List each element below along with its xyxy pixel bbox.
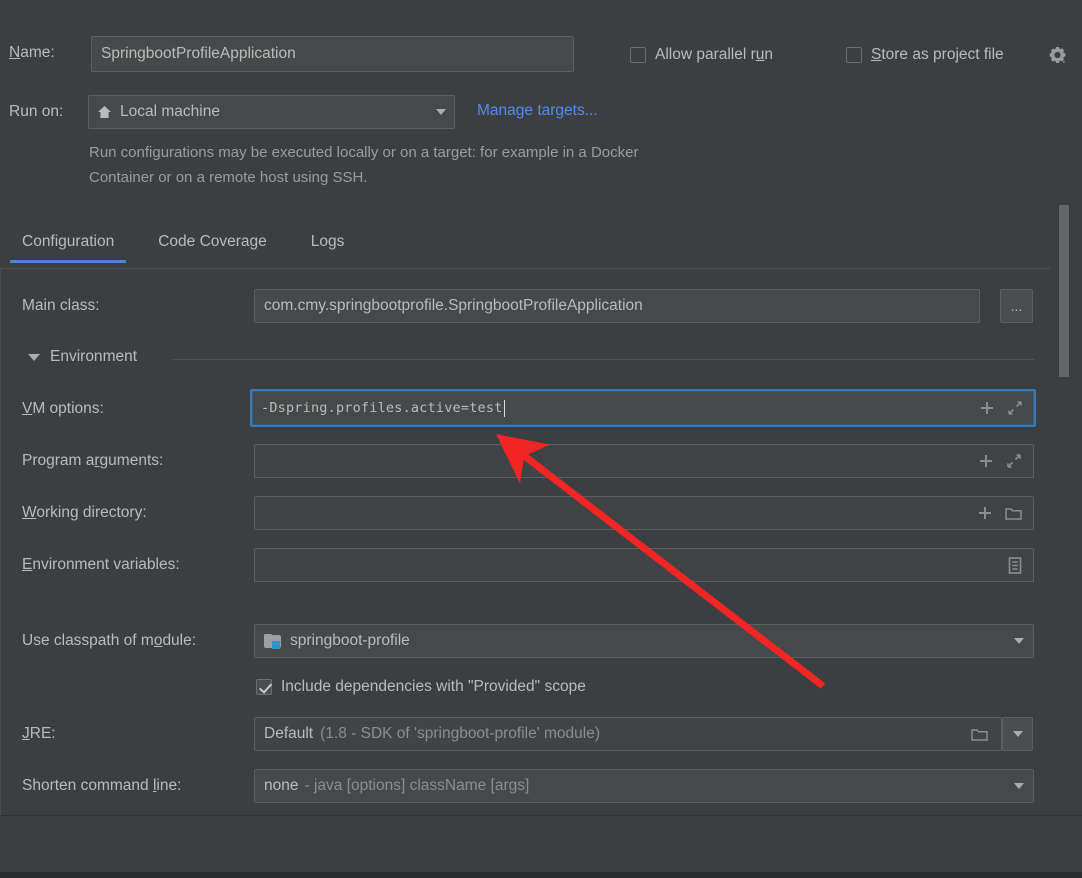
jre-dropdown-button[interactable] — [1002, 717, 1033, 751]
allow-parallel-run-label: Allow parallel run — [655, 46, 774, 63]
tab-configuration[interactable]: Configuration — [0, 228, 136, 263]
vm-options-input[interactable]: -Dspring.profiles.active=test — [250, 389, 1036, 427]
shorten-command-line-label: Shorten command line: — [22, 777, 182, 794]
shorten-command-line-dropdown[interactable]: none - java [options] className [args] — [254, 769, 1034, 803]
jre-label: JRE: — [22, 725, 56, 742]
checkbox-box — [256, 679, 272, 695]
window-bottom-edge — [0, 872, 1082, 878]
folder-icon[interactable] — [1005, 506, 1022, 521]
module-dropdown[interactable]: springboot-profile — [254, 624, 1034, 658]
name-input-value: SpringbootProfileApplication — [101, 45, 296, 62]
configuration-form: Main class: com.cmy.springbootprofile.Sp… — [0, 269, 1050, 815]
environment-section-header[interactable]: Environment — [28, 348, 137, 366]
program-arguments-input[interactable] — [254, 444, 1034, 478]
program-arguments-label: Program arguments: — [22, 452, 164, 469]
shorten-command-line-value: none — [264, 777, 299, 794]
module-folder-icon — [264, 634, 281, 649]
chevron-down-icon — [1014, 783, 1024, 789]
expand-icon[interactable] — [1006, 453, 1022, 469]
run-on-value: Local machine — [120, 103, 220, 120]
main-class-label: Main class: — [22, 297, 100, 314]
chevron-down-icon — [1014, 638, 1024, 644]
environment-variables-input[interactable] — [254, 548, 1034, 582]
chevron-down-icon — [1012, 731, 1023, 737]
main-class-input[interactable]: com.cmy.springbootprofile.SpringbootProf… — [254, 289, 980, 323]
folder-icon[interactable] — [971, 727, 988, 742]
run-configuration-dialog: Name: SpringbootProfileApplication Allow… — [0, 0, 1082, 878]
home-icon — [97, 105, 112, 119]
use-classpath-of-module-label: Use classpath of module: — [22, 632, 197, 649]
run-on-label: Run on: — [9, 103, 64, 120]
main-class-browse-button[interactable]: ... — [1000, 289, 1033, 323]
working-directory-label: Working directory: — [22, 504, 147, 521]
run-on-description: Run configurations may be executed local… — [89, 144, 639, 186]
store-as-project-file-label: Store as project file — [871, 46, 1004, 63]
allow-parallel-run-checkbox[interactable]: Allow parallel run — [630, 46, 773, 64]
plus-icon[interactable] — [978, 453, 994, 469]
text-cursor — [503, 399, 505, 417]
environment-variables-label: Environment variables: — [22, 556, 180, 573]
chevron-down-icon — [28, 353, 40, 361]
jre-input[interactable]: Default (1.8 - SDK of 'springboot-profil… — [254, 717, 1002, 751]
plus-icon[interactable] — [979, 400, 995, 416]
expand-icon[interactable] — [1007, 400, 1023, 416]
vm-options-value: -Dspring.profiles.active=test — [261, 400, 503, 416]
tab-logs[interactable]: Logs — [289, 228, 367, 263]
dialog-button-bar: OK Cancel Apply https://blog.csdn.net/we… — [0, 816, 1082, 878]
shorten-command-line-hint: - java [options] className [args] — [304, 777, 530, 794]
jre-value-hint: (1.8 - SDK of 'springboot-profile' modul… — [320, 725, 601, 742]
section-divider — [172, 359, 1034, 360]
vm-options-label: VM options: — [22, 400, 104, 417]
checkbox-box — [846, 47, 862, 63]
list-icon[interactable] — [1008, 556, 1022, 574]
tab-bar: Configuration Code Coverage Logs — [0, 228, 1082, 268]
module-value: springboot-profile — [290, 632, 410, 649]
vertical-scrollbar-thumb[interactable] — [1059, 205, 1069, 377]
name-label: Name: — [9, 44, 55, 61]
include-provided-scope-label: Include dependencies with "Provided" sco… — [281, 678, 586, 695]
plus-icon[interactable] — [977, 505, 993, 521]
manage-targets-link[interactable]: Manage targets... — [477, 102, 598, 120]
main-class-value: com.cmy.springbootprofile.SpringbootProf… — [264, 297, 643, 314]
jre-value: Default — [264, 725, 314, 742]
working-directory-input[interactable] — [254, 496, 1034, 530]
gear-icon[interactable] — [1046, 44, 1070, 66]
checkbox-box — [630, 47, 646, 63]
name-input[interactable]: SpringbootProfileApplication — [91, 36, 574, 72]
tab-code-coverage[interactable]: Code Coverage — [136, 228, 289, 263]
include-provided-scope-checkbox[interactable]: Include dependencies with "Provided" sco… — [256, 678, 586, 696]
environment-section-label: Environment — [50, 348, 138, 365]
chevron-down-icon — [436, 109, 446, 115]
run-on-dropdown[interactable]: Local machine — [88, 95, 455, 129]
store-as-project-file-checkbox[interactable]: Store as project file — [846, 46, 1004, 64]
